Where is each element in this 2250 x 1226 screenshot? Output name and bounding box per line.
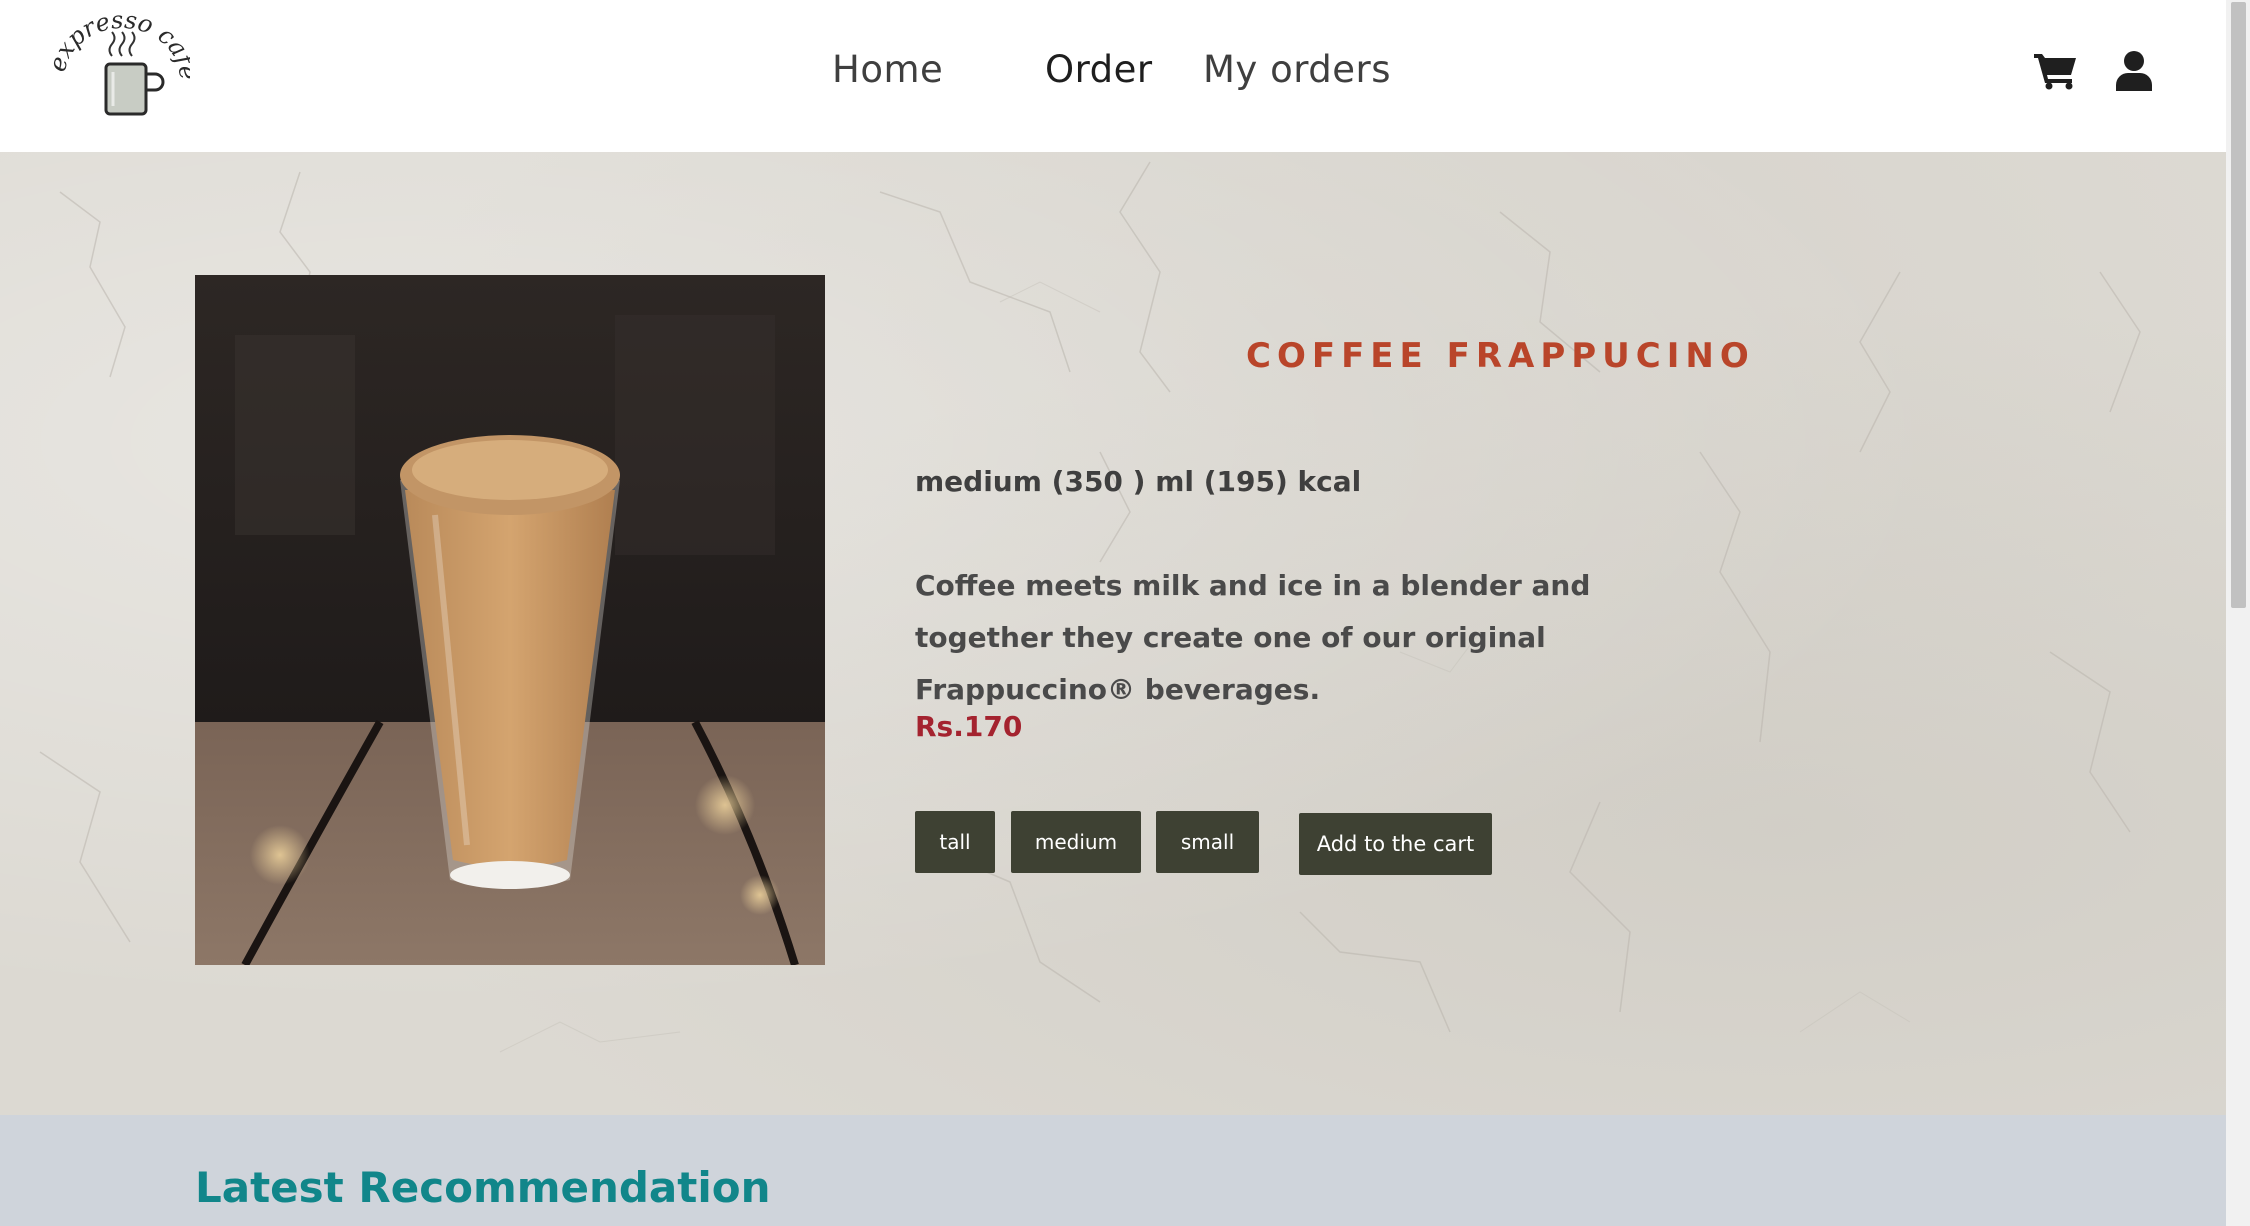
- product-section: COFFEE FRAPPUCINO medium (350 ) ml (195)…: [0, 152, 2226, 1115]
- size-medium-button[interactable]: medium: [1011, 811, 1141, 873]
- product-image: [195, 275, 825, 965]
- page: expresso cafe Home Order My orders: [0, 0, 2226, 1226]
- recommendation-section: Latest Recommendation: [0, 1115, 2226, 1226]
- add-to-cart-button[interactable]: Add to the cart: [1299, 813, 1492, 875]
- cart-icon[interactable]: [2034, 50, 2078, 90]
- product-description: Coffee meets milk and ice in a blender a…: [915, 569, 1591, 706]
- site-header: expresso cafe Home Order My orders: [0, 0, 2226, 152]
- nav-my-orders[interactable]: My orders: [1203, 48, 1391, 91]
- size-tall-button[interactable]: tall: [915, 811, 995, 873]
- page-scrollbar[interactable]: [2226, 0, 2250, 1226]
- user-icon[interactable]: [2116, 51, 2152, 91]
- nav-home[interactable]: Home: [832, 48, 943, 91]
- recommendation-title: Latest Recommendation: [195, 1163, 771, 1212]
- scrollbar-thumb[interactable]: [2231, 2, 2246, 608]
- product-title: COFFEE FRAPPUCINO: [1246, 336, 1755, 376]
- size-small-button[interactable]: small: [1156, 811, 1259, 873]
- product-price: Rs.170: [915, 710, 1023, 743]
- nav-order[interactable]: Order: [1045, 48, 1153, 91]
- product-spec: medium (350 ) ml (195) kcal: [915, 465, 1362, 498]
- cafe-logo[interactable]: expresso cafe: [50, 14, 190, 126]
